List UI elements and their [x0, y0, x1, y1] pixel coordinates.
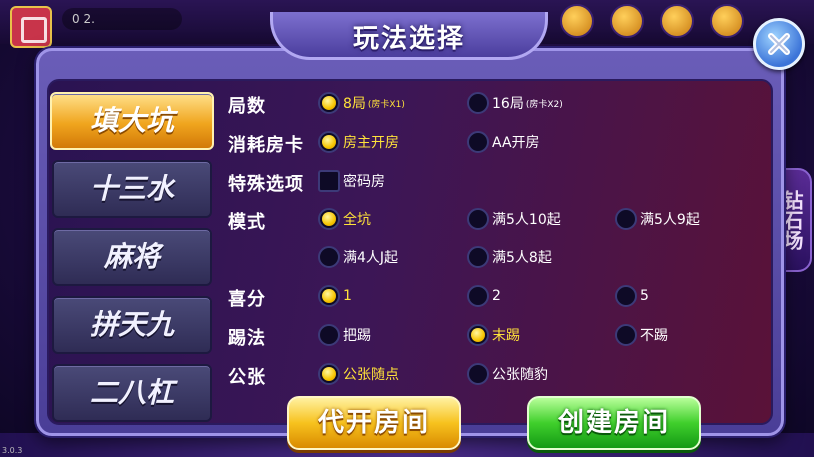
rounds-label: 局数 [228, 96, 266, 117]
tab-erbagang[interactable]: 二八杠 [52, 364, 212, 422]
option-label: AA开房 [492, 135, 540, 151]
option-public-follow-leopard[interactable]: 公张随豹 [467, 363, 548, 385]
coin-counter: 0 2. [62, 8, 182, 30]
option-host-pays[interactable]: 房主开房 [318, 131, 399, 153]
kick-label: 踢法 [228, 328, 266, 349]
checkbox-icon [318, 170, 340, 192]
option-label: 5 [640, 288, 649, 304]
option-label: 把踢 [343, 328, 371, 344]
tab-tiandakeng[interactable]: 填大坑 [50, 92, 214, 150]
option-label: 2 [492, 288, 501, 304]
proxy-open-room-button[interactable]: 代开房间 [287, 396, 461, 450]
version-label: 3.0.3 [2, 446, 23, 455]
radio-icon [318, 92, 340, 114]
radio-icon [615, 324, 637, 346]
option-label: 全坑 [343, 212, 371, 228]
service-icon[interactable] [660, 4, 694, 38]
option-label: 末踢 [492, 328, 520, 344]
option-label: 公张随点 [343, 367, 399, 383]
option-kick-ba[interactable]: 把踢 [318, 324, 371, 346]
radio-icon [318, 246, 340, 268]
option-aa-pays[interactable]: AA开房 [467, 131, 540, 153]
special-option-label: 特殊选项 [228, 174, 304, 195]
radio-icon [615, 285, 637, 307]
radio-icon [318, 363, 340, 385]
radio-icon [467, 285, 489, 307]
radio-icon [467, 246, 489, 268]
option-mode-5p-10[interactable]: 满5人10起 [467, 208, 561, 230]
radio-icon [318, 285, 340, 307]
radio-icon [467, 363, 489, 385]
radio-icon [467, 131, 489, 153]
option-8-rounds[interactable]: 8局 (房卡X1) [318, 92, 405, 114]
menu-icon[interactable] [610, 4, 644, 38]
create-room-button[interactable]: 创建房间 [527, 396, 701, 450]
option-label: 16局 [492, 96, 524, 112]
bonus-label: 喜分 [228, 289, 266, 310]
option-label: 满5人8起 [492, 250, 552, 266]
option-bonus-2[interactable]: 2 [467, 285, 501, 307]
option-label: 不踢 [640, 328, 668, 344]
option-label: 密码房 [343, 174, 385, 190]
option-label: 8局 [343, 96, 366, 112]
option-label: 满5人10起 [492, 212, 561, 228]
option-sublabel: (房卡X1) [367, 99, 405, 110]
option-sublabel: (房卡X2) [525, 99, 563, 110]
card-cost-label: 消耗房卡 [228, 135, 304, 156]
radio-icon [318, 131, 340, 153]
option-label: 房主开房 [343, 135, 399, 151]
option-16-rounds[interactable]: 16局 (房卡X2) [467, 92, 563, 114]
option-bonus-1[interactable]: 1 [318, 285, 352, 307]
mode-label: 模式 [228, 212, 266, 233]
option-mode-5p-9[interactable]: 满5人9起 [615, 208, 700, 230]
close-x-icon [768, 33, 790, 55]
option-mode-full[interactable]: 全坑 [318, 208, 371, 230]
settings-icon[interactable] [710, 4, 744, 38]
tab-pintianjiu[interactable]: 拼天九 [52, 296, 212, 354]
radio-icon [615, 208, 637, 230]
close-button[interactable] [753, 18, 805, 70]
public-card-label: 公张 [228, 367, 266, 388]
option-password-room[interactable]: 密码房 [318, 170, 385, 192]
option-kick-none[interactable]: 不踢 [615, 324, 668, 346]
radio-icon [318, 208, 340, 230]
radio-icon [467, 92, 489, 114]
option-mode-4p-j[interactable]: 满4人J起 [318, 246, 398, 268]
option-label: 1 [343, 288, 352, 304]
option-public-follow-point[interactable]: 公张随点 [318, 363, 399, 385]
activity-icon[interactable] [560, 4, 594, 38]
option-bonus-5[interactable]: 5 [615, 285, 649, 307]
radio-icon [467, 208, 489, 230]
option-label: 满5人9起 [640, 212, 700, 228]
tab-mahjong[interactable]: 麻将 [52, 228, 212, 286]
option-label: 满4人J起 [343, 250, 399, 266]
dialog-title: 玩法选择 [352, 24, 465, 54]
radio-icon [467, 324, 489, 346]
option-label: 公张随豹 [492, 367, 548, 383]
avatar[interactable] [10, 6, 52, 48]
tab-shisanshui[interactable]: 十三水 [52, 160, 212, 218]
option-kick-last[interactable]: 末踢 [467, 324, 520, 346]
radio-icon [318, 324, 340, 346]
option-mode-5p-8[interactable]: 满5人8起 [467, 246, 552, 268]
